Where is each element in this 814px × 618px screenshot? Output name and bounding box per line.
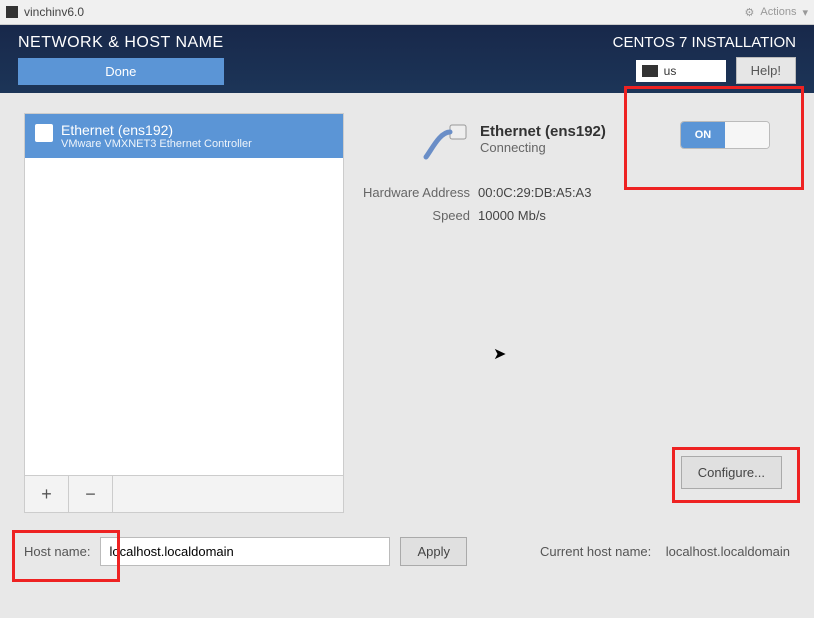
keyboard-layout-selector[interactable]: us <box>636 60 726 82</box>
detail-value: 00:0C:29:DB:A5:A3 <box>478 185 591 200</box>
keyboard-icon <box>642 65 658 77</box>
remove-device-button[interactable]: − <box>69 476 113 512</box>
detail-label: Speed <box>358 208 470 223</box>
device-subtitle: VMware VMXNET3 Ethernet Controller <box>61 138 252 150</box>
detail-value: 10000 Mb/s <box>478 208 546 223</box>
list-toolbar: + − <box>24 475 344 513</box>
page-title: NETWORK & HOST NAME <box>18 34 224 52</box>
add-device-button[interactable]: + <box>25 476 69 512</box>
connection-status: Connecting <box>480 140 606 155</box>
detail-row: Speed 10000 Mb/s <box>358 208 790 223</box>
ethernet-icon <box>35 124 53 142</box>
done-button[interactable]: Done <box>18 58 224 85</box>
connection-name: Ethernet (ens192) <box>480 123 606 140</box>
connection-toggle[interactable]: ON <box>680 121 770 149</box>
device-name: Ethernet (ens192) <box>61 122 252 138</box>
window-titlebar: vinchinv6.0 ⚙ Actions ▾ <box>0 0 814 25</box>
device-list-pane: Ethernet (ens192) VMware VMXNET3 Etherne… <box>24 113 344 513</box>
content-area: Ethernet (ens192) VMware VMXNET3 Etherne… <box>0 93 814 618</box>
device-detail-pane: Ethernet (ens192) Connecting ON Hardware… <box>358 113 790 513</box>
connection-details: Hardware Address 00:0C:29:DB:A5:A3 Speed… <box>358 185 790 223</box>
help-button[interactable]: Help! <box>736 57 796 84</box>
device-list[interactable]: Ethernet (ens192) VMware VMXNET3 Etherne… <box>24 113 344 475</box>
toggle-handle <box>725 122 769 148</box>
window-actions: ⚙ Actions ▾ <box>745 6 808 19</box>
hostname-input[interactable] <box>100 537 390 566</box>
apply-button[interactable]: Apply <box>400 537 467 566</box>
gear-icon: ⚙ <box>745 6 755 19</box>
window-title: vinchinv6.0 <box>24 5 84 19</box>
current-hostname-label: Current host name: <box>540 544 651 559</box>
toggle-on-label: ON <box>681 122 725 148</box>
installer-header: NETWORK & HOST NAME Done CENTOS 7 INSTAL… <box>0 25 814 93</box>
chevron-down-icon: ▾ <box>802 6 808 19</box>
connection-icon <box>422 123 470 167</box>
app-icon <box>6 6 18 18</box>
keyboard-layout-label: us <box>664 64 677 78</box>
actions-label: Actions <box>760 6 796 18</box>
hostname-row: Host name: Apply Current host name: loca… <box>24 537 790 566</box>
install-title: CENTOS 7 INSTALLATION <box>613 34 796 51</box>
detail-label: Hardware Address <box>358 185 470 200</box>
current-hostname: Current host name: localhost.localdomain <box>540 544 790 559</box>
configure-button[interactable]: Configure... <box>681 456 782 489</box>
highlight-box-hostname <box>12 530 120 582</box>
current-hostname-value: localhost.localdomain <box>666 544 790 559</box>
device-item[interactable]: Ethernet (ens192) VMware VMXNET3 Etherne… <box>25 114 343 158</box>
